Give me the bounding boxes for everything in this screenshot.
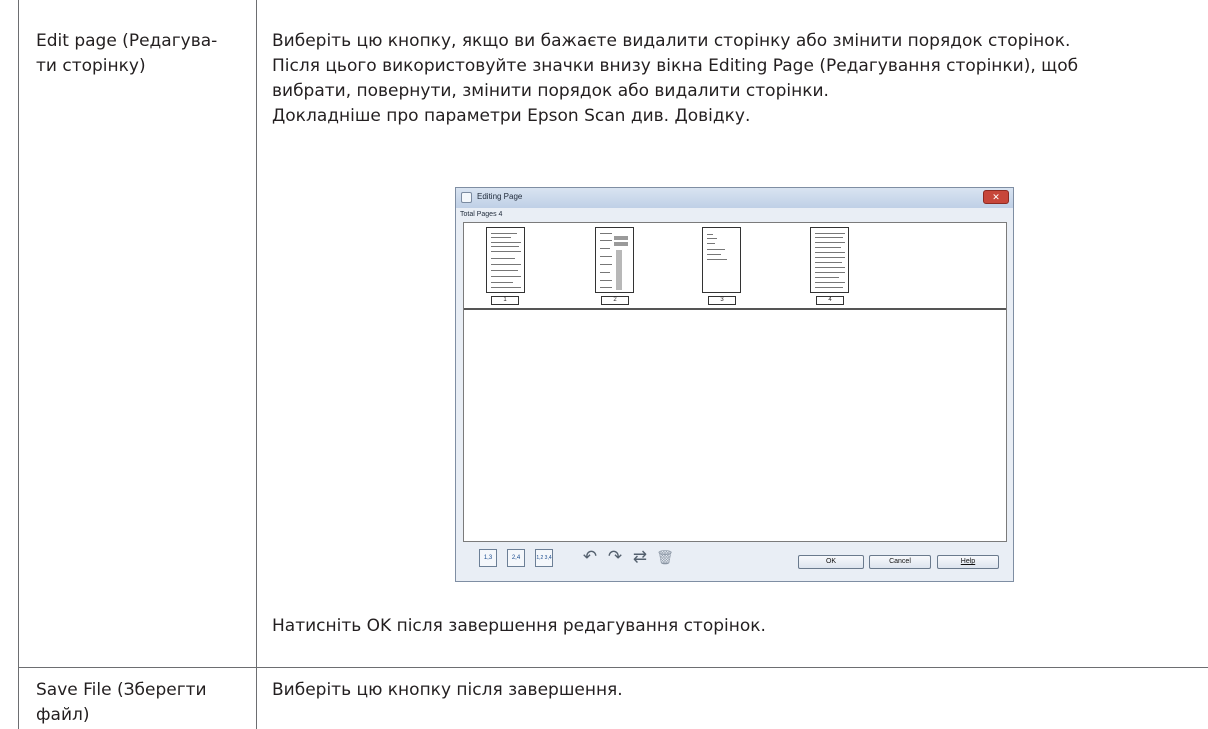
delete-icon[interactable]: 🗑	[655, 547, 675, 567]
page-thumbnail[interactable]	[486, 227, 525, 293]
row-label-line: Edit page (Редагува-	[36, 31, 218, 51]
dialog-title: Editing Page	[477, 192, 523, 201]
help-button[interactable]: Help	[937, 555, 999, 569]
page-number-box: 4	[816, 296, 844, 305]
row-label-line: Save File (Зберегти	[36, 680, 207, 700]
cancel-button[interactable]: Cancel	[869, 555, 931, 569]
editing-page-dialog: Editing Page ✕ Total Pages 4 1 2 3 4 1,3…	[455, 187, 1014, 582]
dialog-title-bar: Editing Page ✕	[456, 188, 1013, 208]
rotate-left-icon[interactable]: ↶	[580, 547, 600, 567]
total-pages-label: Total Pages 4	[460, 211, 503, 218]
page-thumbnail[interactable]	[595, 227, 634, 293]
table-column-divider	[256, 0, 257, 729]
select-even-pages-icon[interactable]: 2,4	[507, 549, 525, 567]
table-row-divider	[18, 667, 1208, 668]
pages-area[interactable]: 1 2 3 4	[463, 222, 1007, 542]
reorder-icon[interactable]: ⇄	[630, 547, 650, 567]
close-icon[interactable]: ✕	[983, 190, 1009, 204]
footer-note: Натисніть OK після завершення редагуванн…	[272, 616, 766, 636]
rotate-right-icon[interactable]: ↷	[605, 547, 625, 567]
select-all-pages-icon[interactable]: 1,2 3,4	[535, 549, 553, 567]
ok-button[interactable]: OK	[798, 555, 864, 569]
page-number-box: 2	[601, 296, 629, 305]
description-line: Виберіть цю кнопку після завершення.	[272, 680, 623, 700]
table-left-border	[18, 0, 19, 729]
page-number-box: 3	[708, 296, 736, 305]
app-icon	[461, 192, 472, 203]
description-line: Докладніше про параметри Epson Scan див.…	[272, 106, 751, 126]
select-odd-pages-icon[interactable]: 1,3	[479, 549, 497, 567]
page-thumbnail[interactable]	[702, 227, 741, 293]
description-line: Після цього використовуйте значки внизу …	[272, 56, 1079, 76]
row-label-line: ти сторінку)	[36, 56, 146, 76]
row-label-line: файл)	[36, 705, 90, 725]
page-thumbnail[interactable]	[810, 227, 849, 293]
description-line: Виберіть цю кнопку, якщо ви бажаєте вида…	[272, 31, 1071, 51]
description-line: вибрати, повернути, змінити порядок або …	[272, 81, 829, 101]
page-number-box: 1	[491, 296, 519, 305]
area-divider	[464, 308, 1006, 310]
